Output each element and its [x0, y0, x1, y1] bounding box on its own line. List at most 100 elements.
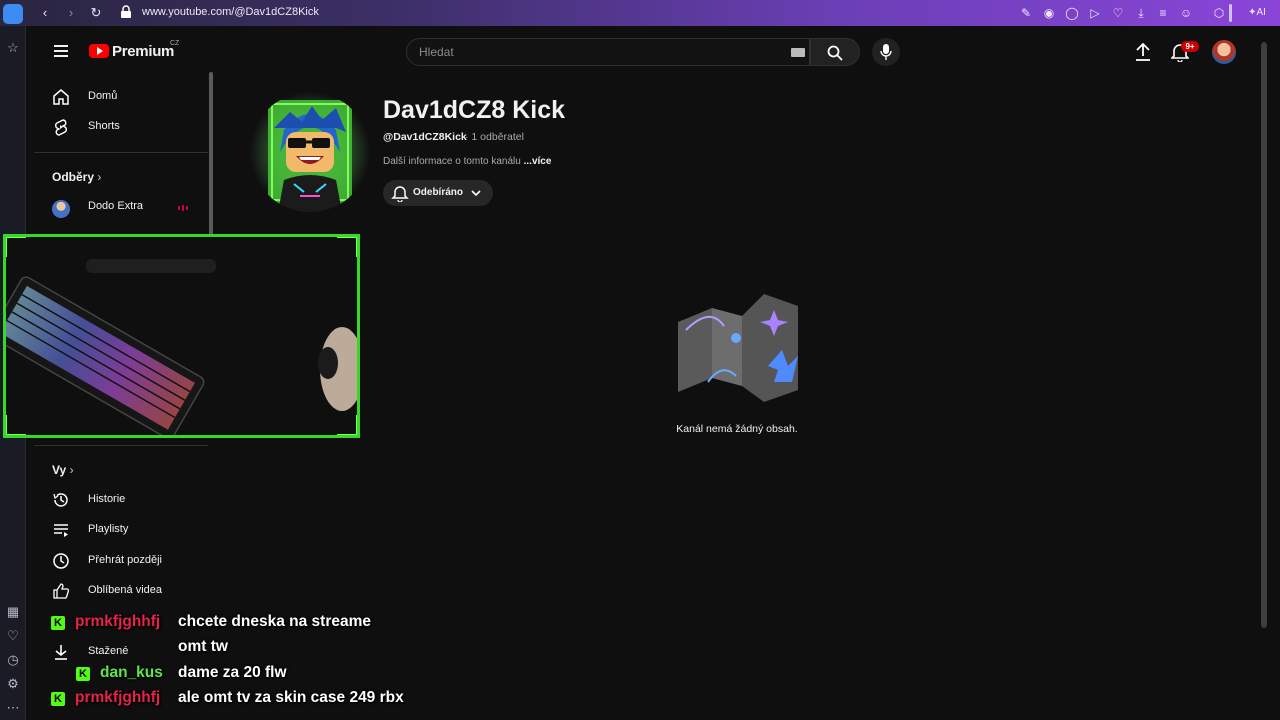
cube-icon[interactable]: ⬡: [1211, 5, 1227, 21]
frame-corner: [337, 237, 357, 257]
sidebar-item-label: Přehrát později: [88, 554, 162, 566]
hamburger-menu-icon[interactable]: [54, 45, 68, 57]
webcam-overlay: [3, 234, 360, 438]
webcam-feed-image: [6, 237, 357, 435]
sidebar-divider: [34, 445, 208, 446]
empty-channel-illustration: [678, 294, 798, 402]
sidebar-item-label: Oblíbená videa: [88, 584, 162, 596]
kick-badge-icon: K: [51, 616, 65, 630]
download-icon: [55, 645, 67, 660]
camera-icon[interactable]: ◉: [1041, 5, 1057, 21]
edit-icon[interactable]: ✎: [1018, 5, 1034, 21]
more-icon[interactable]: ⋯: [5, 700, 21, 716]
frame-corner: [6, 415, 26, 435]
you-heading[interactable]: Vy ›: [52, 463, 74, 477]
sidebar-item-history[interactable]: Historie: [52, 485, 202, 515]
chevron-right-icon: ›: [97, 170, 102, 184]
history-icon: [53, 493, 68, 507]
play-icon[interactable]: ▷: [1087, 5, 1103, 21]
subscriptions-heading[interactable]: Odběry ›: [52, 170, 101, 184]
notification-badge: 9+: [1181, 41, 1199, 52]
menu-icon[interactable]: ≡: [1155, 5, 1171, 21]
youtube-logo-icon[interactable]: [89, 44, 109, 58]
voice-search-button[interactable]: [872, 38, 900, 66]
ai-button[interactable]: ✦AI: [1243, 5, 1271, 21]
lock-icon: [121, 5, 131, 18]
chat-message: omt tw: [178, 638, 228, 655]
ai-label: AI: [1256, 7, 1266, 18]
channel-handle: @Dav1dCZ8Kick: [383, 131, 467, 143]
sidebar-item-label: Playlisty: [88, 523, 129, 535]
subscribed-label: Odebíráno: [413, 187, 464, 198]
frame-corner: [337, 415, 357, 435]
clock-icon: [53, 553, 69, 569]
youtube-brand[interactable]: Premium: [112, 43, 174, 60]
sidebar-item-playlists[interactable]: Playlisty: [52, 515, 202, 545]
channel-name: Dav1dCZ8 Kick: [383, 96, 566, 124]
user-avatar[interactable]: [1212, 40, 1236, 64]
settings-icon[interactable]: ⚙: [5, 676, 21, 692]
sidebar-item-label: Stažené: [88, 645, 129, 657]
microphone-icon: [880, 44, 892, 60]
channel-avatar[interactable]: [250, 92, 370, 212]
bookmark-icon[interactable]: ☆: [5, 40, 21, 56]
youtube-header: Premium CZ Hledat 9+: [34, 26, 1266, 78]
kick-badge-icon: K: [51, 692, 65, 706]
channel-more-info[interactable]: Další informace o tomto kanálu ...více: [383, 156, 551, 167]
toolbar-divider: [1229, 4, 1232, 22]
sidebar-item-label: Domů: [88, 90, 118, 102]
channel-avatar-image: [268, 100, 352, 212]
sidebar-item-label: Dodo Extra: [88, 200, 144, 212]
forward-icon[interactable]: ›: [62, 4, 80, 22]
sidebar-item-home[interactable]: Domů: [52, 82, 202, 112]
address-bar[interactable]: www.youtube.com/@Dav1dCZ8Kick: [142, 6, 319, 18]
country-code: CZ: [170, 40, 180, 47]
apps-icon[interactable]: ▦: [5, 604, 21, 620]
search-button[interactable]: [810, 38, 860, 66]
chat-message: ale omt tv za skin case 249 rbx: [178, 689, 404, 706]
search-icon: [827, 45, 843, 61]
chat-username: prmkfjghhfj: [75, 613, 161, 630]
browser-toolbar: ‹ › ↻ www.youtube.com/@Dav1dCZ8Kick ✎ ◉ …: [0, 0, 1280, 26]
sidebar-item-liked-videos[interactable]: Oblíbená videa: [52, 576, 202, 606]
kick-badge-icon: K: [76, 667, 90, 681]
subscriptions-heading-label: Odběry: [52, 170, 95, 184]
empty-channel-message: Kanál nemá žádný obsah.: [676, 423, 798, 435]
sidebar-item-watch-later[interactable]: Přehrát později: [52, 546, 202, 576]
bell-icon: [391, 186, 409, 202]
sidebar-item-label: Historie: [88, 493, 126, 505]
sidebar-divider: [34, 152, 208, 153]
keyboard-icon[interactable]: [791, 48, 805, 57]
browser-logo-icon[interactable]: [3, 4, 23, 24]
live-indicator-icon: [178, 205, 188, 211]
playlist-icon: [54, 524, 68, 537]
profile-icon[interactable]: ☺: [1178, 5, 1194, 21]
heart-icon[interactable]: ♡: [1110, 5, 1126, 21]
subscriber-count: · 1 odběratel: [465, 131, 524, 143]
search-placeholder: Hledat: [419, 45, 454, 59]
download-icon[interactable]: ⤓: [1133, 5, 1149, 21]
you-heading-label: Vy: [52, 463, 67, 477]
more-info-link[interactable]: ...více: [524, 156, 552, 167]
reload-icon[interactable]: ↻: [87, 4, 105, 22]
chat-username: prmkfjghhfj: [75, 689, 161, 706]
subscribed-button[interactable]: Odebíráno: [383, 180, 493, 206]
frame-corner: [6, 237, 26, 257]
shield-icon[interactable]: ◯: [1064, 5, 1080, 21]
thumb-up-icon: [53, 583, 70, 599]
heart-outline-icon[interactable]: ♡: [5, 628, 21, 644]
page-scrollbar[interactable]: [1261, 42, 1267, 628]
chat-message: dame za 20 flw: [178, 664, 287, 681]
sidebar-scrollbar[interactable]: [209, 72, 213, 242]
chevron-right-icon: ›: [69, 463, 74, 477]
history-clock-icon[interactable]: ◷: [5, 652, 21, 668]
search-input[interactable]: Hledat: [406, 38, 810, 66]
sidebar-item-shorts[interactable]: Shorts: [52, 112, 202, 142]
more-info-text: Další informace o tomto kanálu: [383, 156, 521, 167]
chat-username: dan_kus: [100, 664, 163, 681]
chevron-down-icon: [471, 190, 481, 197]
back-icon[interactable]: ‹: [36, 4, 54, 22]
upload-icon[interactable]: [1134, 42, 1152, 62]
sidebar-item-label: Shorts: [88, 120, 120, 132]
chat-message: chcete dneska na streame: [178, 613, 371, 630]
